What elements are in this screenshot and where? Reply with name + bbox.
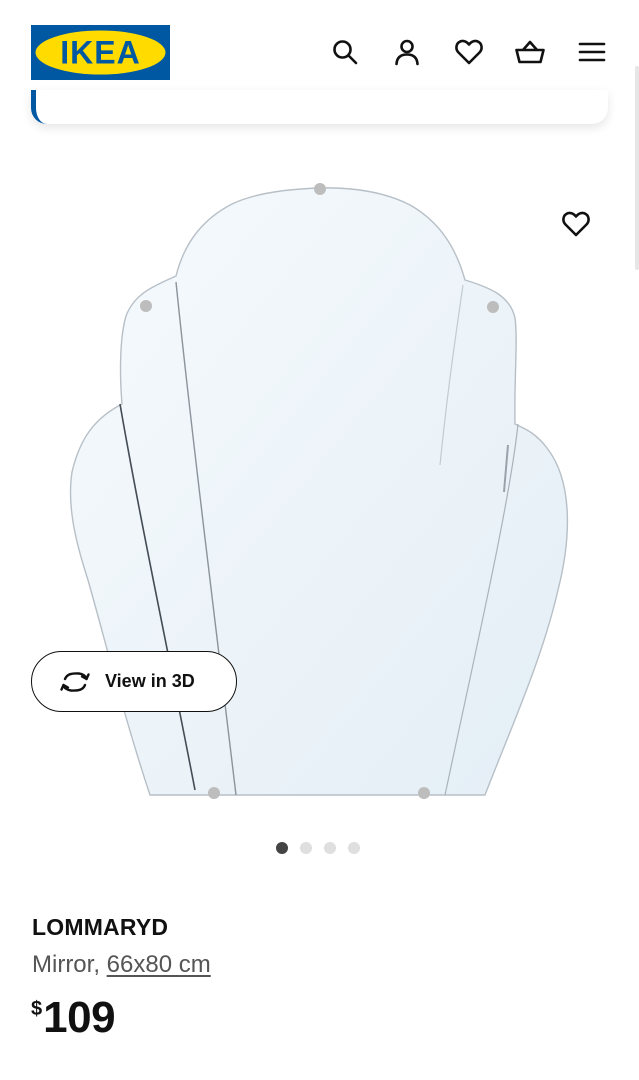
price-amount: 109 — [43, 993, 116, 1042]
search-bar-collapsed[interactable] — [31, 90, 608, 124]
gallery-dot-2[interactable] — [300, 842, 312, 854]
product-description: Mirror, 66x80 cm — [32, 951, 211, 979]
site-header: IKEA — [0, 0, 639, 104]
basket-icon[interactable] — [510, 32, 550, 72]
heart-icon[interactable] — [449, 32, 489, 72]
gallery-pagination — [276, 842, 360, 854]
gallery-dot-1[interactable] — [276, 842, 288, 854]
product-gallery[interactable] — [0, 150, 639, 820]
view-in-3d-label: View in 3D — [105, 671, 195, 691]
account-icon[interactable] — [387, 32, 427, 72]
product-name: LOMMARYD — [32, 914, 169, 940]
product-type: Mirror, — [32, 951, 100, 978]
gallery-dot-3[interactable] — [324, 842, 336, 854]
logo-text: IKEA — [60, 35, 140, 71]
product-size-link[interactable]: 66x80 cm — [107, 951, 211, 978]
add-to-favourites-button[interactable] — [552, 200, 600, 248]
search-icon[interactable] — [325, 32, 365, 72]
view-in-3d-button[interactable]: View in 3D — [31, 651, 237, 712]
rotate-3d-icon — [60, 671, 90, 692]
menu-icon[interactable] — [572, 32, 612, 72]
product-price: $ 109 — [31, 992, 116, 1044]
heart-icon — [562, 211, 590, 237]
ikea-logo[interactable]: IKEA — [31, 25, 170, 80]
gallery-dot-4[interactable] — [348, 842, 360, 854]
product-image-mirror — [69, 183, 569, 799]
price-currency: $ — [31, 998, 43, 1020]
